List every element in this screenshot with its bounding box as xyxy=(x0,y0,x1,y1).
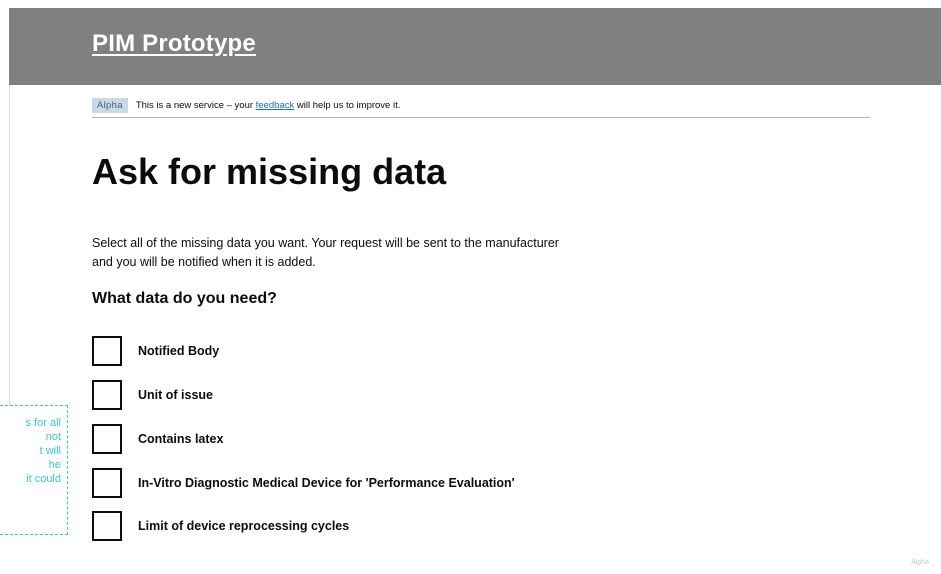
checkbox-unit-of-issue[interactable]: Unit of issue xyxy=(92,380,213,410)
checkbox-input[interactable] xyxy=(92,380,122,410)
checkbox-input[interactable] xyxy=(92,424,122,454)
phase-banner: Alpha This is a new service – your feedb… xyxy=(92,93,870,118)
checkbox-label[interactable]: Contains latex xyxy=(138,432,223,446)
phase-text-before: This is a new service – your xyxy=(135,99,256,111)
checkbox-label[interactable]: Limit of device reprocessing cycles xyxy=(138,519,349,533)
intro-text: Select all of the missing data you want.… xyxy=(92,236,559,269)
checkbox-reprocessing-cycles[interactable]: Limit of device reprocessing cycles xyxy=(92,511,349,541)
checkbox-label[interactable]: In-Vitro Diagnostic Medical Device for '… xyxy=(138,476,515,490)
annotation-note: s for all not t will he it could xyxy=(0,405,68,535)
checkbox-input[interactable] xyxy=(92,468,122,498)
page-title: Ask for missing data xyxy=(92,151,447,192)
annotation-text: s for all not t will he it could xyxy=(25,417,61,485)
checkbox-input[interactable] xyxy=(92,336,122,366)
watermark: Alpha xyxy=(911,559,929,566)
feedback-link[interactable]: feedback xyxy=(256,100,295,111)
checkbox-label[interactable]: Notified Body xyxy=(138,344,219,358)
checkbox-contains-latex[interactable]: Contains latex xyxy=(92,424,223,454)
question-legend: What data do you need? xyxy=(92,290,277,307)
page: PIM Prototype Alpha This is a new servic… xyxy=(0,0,941,574)
checkbox-label[interactable]: Unit of issue xyxy=(138,388,213,402)
service-name-link[interactable]: PIM Prototype xyxy=(92,30,256,58)
frame-divider xyxy=(9,85,10,405)
checkbox-ivd-performance-evaluation[interactable]: In-Vitro Diagnostic Medical Device for '… xyxy=(92,468,515,498)
header: PIM Prototype xyxy=(9,8,941,85)
phase-tag: Alpha xyxy=(92,97,128,113)
checkbox-notified-body[interactable]: Notified Body xyxy=(92,336,219,366)
checkbox-input[interactable] xyxy=(92,511,122,541)
phase-banner-text: This is a new service – your feedback wi… xyxy=(136,100,401,111)
phase-text-after: will help us to improve it. xyxy=(294,99,401,111)
